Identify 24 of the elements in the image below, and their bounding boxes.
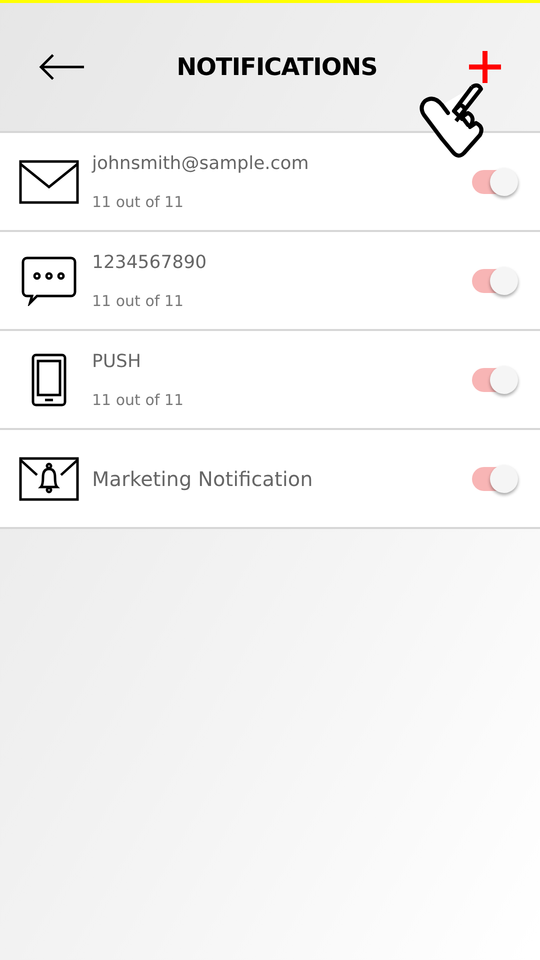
sent-count: 11 out of 11 [92, 192, 185, 213]
sent-count: 11 out of 11 [92, 290, 185, 312]
channel-name: johnsmith@sample.com [92, 152, 310, 176]
notification-row[interactable]: 1234567890 11 out of 11 [0, 232, 540, 331]
envelope-bell-icon [19, 456, 79, 500]
notification-row[interactable]: johnsmith@sample.com 11 out of 11 [0, 133, 540, 232]
add-button[interactable] [468, 50, 502, 84]
back-button[interactable] [38, 52, 86, 82]
notification-row[interactable]: PUSH 11 out of 11 [0, 331, 540, 430]
plus-icon [468, 50, 502, 84]
page-title: NOTIFICATIONS [176, 52, 378, 83]
back-arrow-icon [38, 52, 86, 82]
channel-name: Marketing Notification [92, 466, 314, 492]
toggle-switch[interactable] [472, 466, 516, 490]
phone-icon [31, 352, 67, 406]
channel-name: 1234567890 [92, 250, 208, 275]
sent-count: 11 out of 11 [92, 390, 185, 411]
toggle-switch[interactable] [472, 268, 516, 292]
envelope-icon [19, 160, 79, 204]
toggle-switch[interactable] [472, 170, 516, 194]
notification-row[interactable]: Marketing Notification [0, 430, 540, 529]
chat-bubble-icon [21, 256, 77, 306]
channel-name: PUSH [92, 350, 142, 374]
toggle-switch[interactable] [472, 368, 516, 392]
